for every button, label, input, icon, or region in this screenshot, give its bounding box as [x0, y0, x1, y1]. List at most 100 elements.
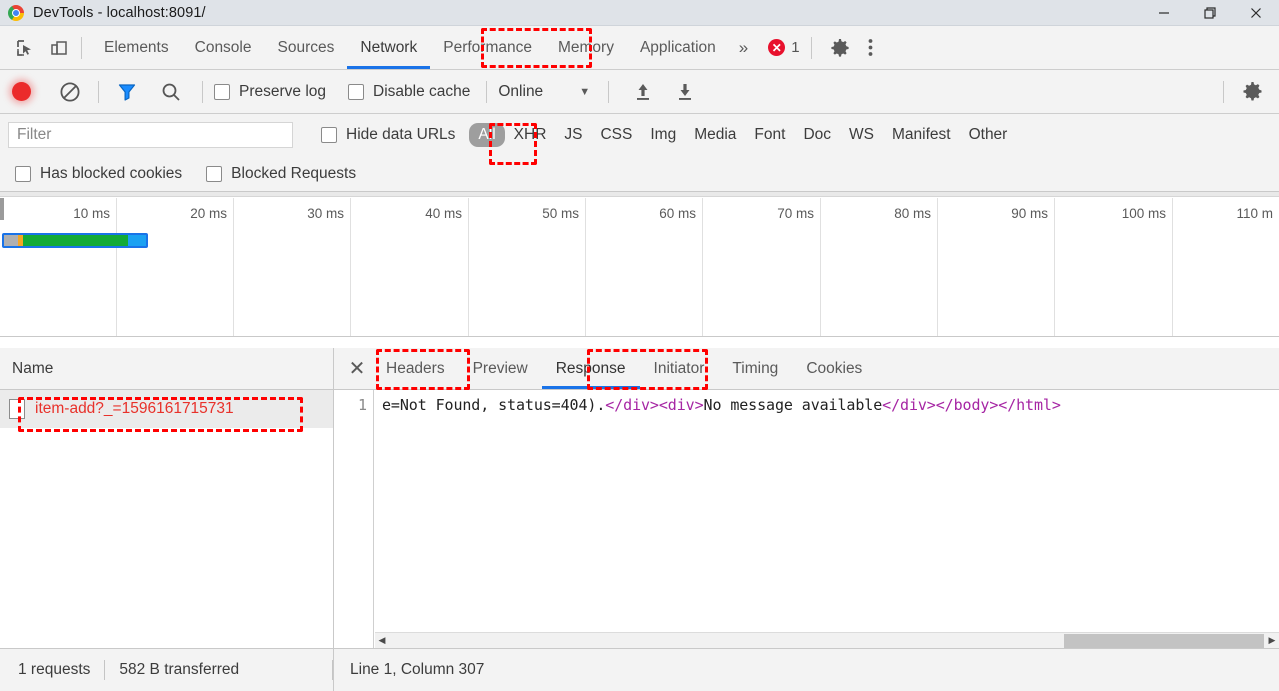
- type-filter-js[interactable]: JS: [555, 123, 591, 147]
- window-title: DevTools - localhost:8091/: [33, 4, 206, 21]
- chrome-logo-icon: [8, 4, 24, 21]
- search-icon[interactable]: [154, 77, 188, 107]
- blocked-requests-checkbox[interactable]: Blocked Requests: [206, 165, 356, 183]
- checkbox-box: [214, 83, 230, 100]
- chevron-down-icon: ▼: [579, 85, 591, 98]
- preserve-log-checkbox[interactable]: Preserve log: [214, 83, 326, 101]
- timeline-tick-label: 50 ms: [542, 206, 579, 221]
- type-filter-font[interactable]: Font: [745, 123, 794, 147]
- scrollbar-track[interactable]: [389, 633, 1265, 649]
- disable-cache-label: Disable cache: [373, 82, 471, 100]
- tab-sources[interactable]: Sources: [265, 26, 348, 69]
- type-filter-img[interactable]: Img: [641, 123, 685, 147]
- maximize-icon[interactable]: [1187, 0, 1233, 26]
- resource-type-filters: All XHR JS CSS Img Media Font Doc WS Man…: [469, 123, 1016, 147]
- type-filter-all[interactable]: All: [469, 123, 505, 147]
- horizontal-scrollbar[interactable]: ◀ ▶: [375, 632, 1279, 648]
- response-token-tag: </div>: [605, 396, 659, 414]
- timeline-tick-label: 80 ms: [894, 206, 931, 221]
- gear-icon[interactable]: [823, 33, 857, 63]
- chevron-double-right-icon[interactable]: »: [729, 38, 758, 58]
- network-panes: Name item-add?_=1596161715731 ✕ Headers …: [0, 348, 1279, 648]
- response-body-viewer[interactable]: 1 e=Not Found, status=404).</div><div>No…: [334, 390, 1279, 648]
- throttling-select[interactable]: Online ▼: [498, 83, 590, 101]
- close-icon[interactable]: [1233, 0, 1279, 26]
- timeline-tick-label: 110 m: [1236, 206, 1273, 221]
- timeline-tick-label: 30 ms: [307, 206, 344, 221]
- filter-funnel-icon[interactable]: [110, 77, 144, 107]
- tab-initiator[interactable]: Initiator: [640, 348, 719, 389]
- tab-application[interactable]: Application: [627, 26, 729, 69]
- hide-data-urls-checkbox[interactable]: Hide data URLs: [321, 126, 455, 144]
- type-filter-doc[interactable]: Doc: [794, 123, 840, 147]
- tab-headers[interactable]: Headers: [372, 348, 459, 389]
- type-filter-css[interactable]: CSS: [591, 123, 641, 147]
- type-filter-media[interactable]: Media: [685, 123, 745, 147]
- has-blocked-cookies-label: Has blocked cookies: [40, 164, 183, 182]
- network-settings-gear-icon[interactable]: [1235, 77, 1269, 107]
- response-token-text: e=Not Found, status=404).: [382, 396, 606, 414]
- type-filter-other[interactable]: Other: [960, 123, 1017, 147]
- request-list-pane: Name item-add?_=1596161715731: [0, 348, 334, 648]
- import-har-icon[interactable]: [626, 77, 660, 107]
- record-button-icon[interactable]: [12, 82, 31, 101]
- tab-response[interactable]: Response: [541, 348, 640, 389]
- network-overview-timeline[interactable]: 10 ms 20 ms 30 ms 40 ms 50 ms 60 ms 70 m…: [0, 192, 1279, 337]
- tab-label: Headers: [386, 359, 445, 377]
- error-count: 1: [791, 39, 800, 56]
- disable-cache-checkbox[interactable]: Disable cache: [348, 83, 470, 101]
- hide-data-urls-label: Hide data URLs: [346, 126, 456, 143]
- type-filter-xhr[interactable]: XHR: [505, 123, 556, 147]
- response-token-tag: <div>: [658, 396, 704, 414]
- line-number: 1: [357, 396, 367, 414]
- minimize-icon[interactable]: [1141, 0, 1187, 26]
- devtools-tab-strip: Elements Console Sources Network Perform…: [0, 26, 1279, 70]
- clear-icon[interactable]: [53, 77, 87, 107]
- timeline-tick-label: 20 ms: [190, 206, 227, 221]
- tab-preview[interactable]: Preview: [459, 348, 542, 389]
- inspect-element-icon[interactable]: [8, 33, 42, 63]
- search-input[interactable]: [8, 122, 293, 148]
- request-list-column-header[interactable]: Name: [0, 348, 333, 390]
- close-icon[interactable]: ✕: [342, 354, 372, 384]
- tab-cookies[interactable]: Cookies: [792, 348, 876, 389]
- request-detail-pane: ✕ Headers Preview Response Initiator Tim…: [334, 348, 1279, 648]
- table-row[interactable]: item-add?_=1596161715731: [0, 390, 333, 428]
- tab-memory[interactable]: Memory: [545, 26, 627, 69]
- type-filter-ws[interactable]: WS: [840, 123, 883, 147]
- tab-elements[interactable]: Elements: [91, 26, 182, 69]
- timing-segment-download: [128, 235, 146, 246]
- preserve-log-label: Preserve log: [239, 82, 327, 100]
- timing-segment-waiting: [23, 235, 128, 246]
- tab-timing[interactable]: Timing: [718, 348, 792, 389]
- scroll-right-arrow-icon[interactable]: ▶: [1265, 635, 1279, 646]
- scroll-left-arrow-icon[interactable]: ◀: [375, 635, 389, 646]
- type-filter-manifest[interactable]: Manifest: [883, 123, 960, 147]
- export-har-icon[interactable]: [668, 77, 702, 107]
- timeline-tick-label: 60 ms: [659, 206, 696, 221]
- tab-performance[interactable]: Performance: [430, 26, 545, 69]
- tab-label: Memory: [557, 38, 614, 56]
- device-toolbar-icon[interactable]: [42, 33, 76, 63]
- tab-label: Cookies: [806, 359, 863, 377]
- overview-request-bar: [2, 233, 148, 248]
- overview-start-marker: [0, 198, 4, 220]
- tab-label: Response: [555, 359, 626, 377]
- response-token-tag: </html>: [998, 396, 1061, 414]
- line-number-gutter: 1: [334, 390, 374, 648]
- has-blocked-cookies-checkbox[interactable]: Has blocked cookies: [15, 165, 182, 183]
- response-token-text: No message available: [703, 396, 883, 414]
- tab-network[interactable]: Network: [347, 26, 431, 69]
- checkbox-box: [321, 127, 337, 143]
- error-badge[interactable]: ✕ 1: [768, 39, 800, 56]
- overview-grid: 10 ms 20 ms 30 ms 40 ms 50 ms 60 ms 70 m…: [0, 198, 1279, 336]
- tab-label: Sources: [277, 38, 335, 56]
- timeline-tick-label: 70 ms: [777, 206, 814, 221]
- kebab-menu-icon[interactable]: [857, 33, 885, 63]
- network-filter-bar-secondary: Has blocked cookies Blocked Requests: [0, 156, 1279, 192]
- timeline-tick-label: 90 ms: [1011, 206, 1048, 221]
- response-token-tag: </body>: [935, 396, 999, 414]
- tab-label: Application: [639, 38, 716, 56]
- tab-console[interactable]: Console: [182, 26, 265, 69]
- scrollbar-thumb[interactable]: [1064, 633, 1264, 648]
